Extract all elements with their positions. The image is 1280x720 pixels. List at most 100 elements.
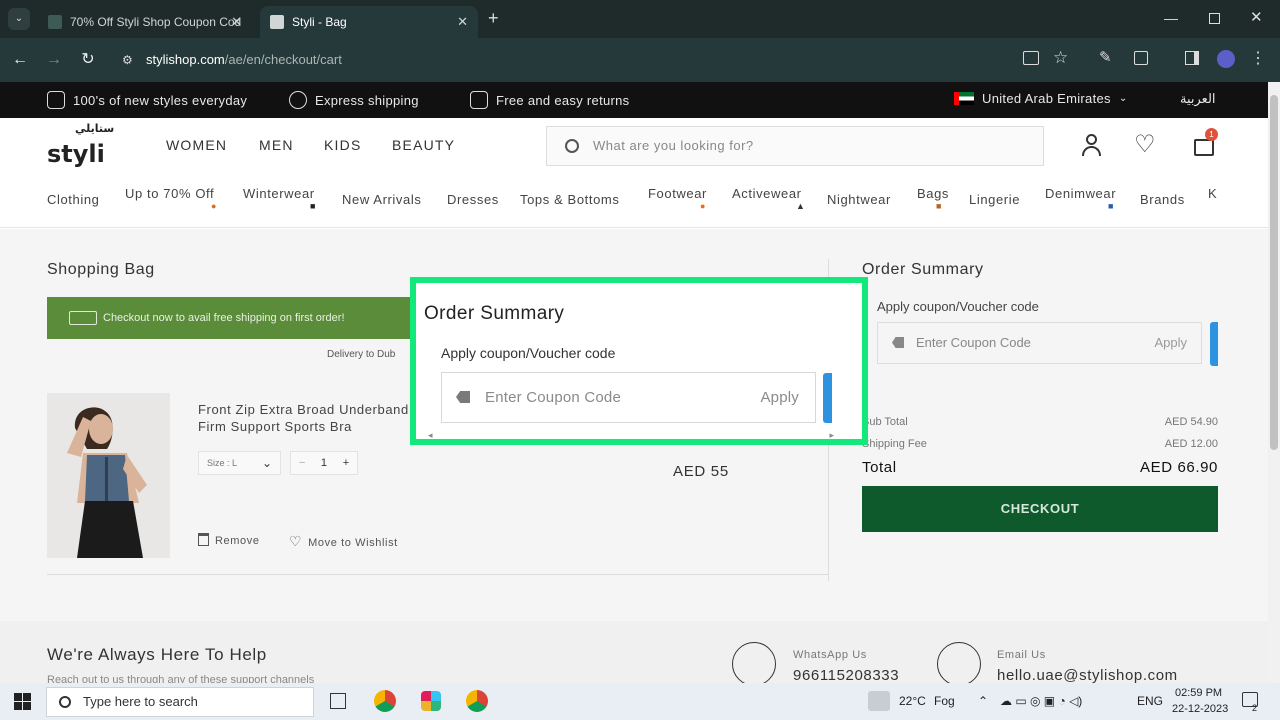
input-language[interactable]: ENG (1137, 694, 1163, 708)
tray-icons[interactable]: ☁ ▭ ◎ ▣ ◔ ◁) (1000, 694, 1082, 708)
close-icon[interactable]: ✕ (457, 14, 468, 30)
taskbar-search-input[interactable]: Type here to search (46, 687, 314, 717)
coupon-input[interactable]: Enter Coupon Code Apply (877, 322, 1202, 364)
back-arrow-icon[interactable]: ← (10, 50, 30, 70)
weather-icon[interactable] (868, 691, 890, 711)
wishlist-label: Move to Wishlist (308, 537, 398, 549)
slack-taskbar-icon[interactable] (421, 691, 441, 711)
category-winterwear[interactable]: Winterwear (243, 186, 315, 201)
menu-kebab-icon[interactable]: ⋮ (1250, 48, 1266, 68)
styli-logo[interactable]: ستايلي styli (47, 122, 114, 168)
zoom-apply-button[interactable]: Apply (760, 373, 799, 422)
search-input[interactable]: What are you looking for? (546, 126, 1044, 166)
scroll-right-icon[interactable]: ▸ (829, 430, 834, 441)
new-tab-icon[interactable]: + (488, 8, 499, 29)
minimize-icon[interactable]: — (1164, 10, 1178, 26)
coupon-placeholder: Enter Coupon Code (916, 335, 1031, 350)
move-to-wishlist-button[interactable]: ♡ Move to Wishlist (289, 533, 398, 550)
notification-count: 2 (1252, 703, 1258, 713)
weather-temp[interactable]: 22°C (899, 694, 926, 708)
category-clothing[interactable]: Clothing (47, 192, 100, 207)
email-address[interactable]: hello.uae@stylishop.com (997, 667, 1178, 684)
address-bar[interactable]: ⚙ stylishop.com/ae/en/checkout/cart (110, 43, 1250, 77)
install-app-icon[interactable] (1023, 51, 1039, 65)
category-activewear[interactable]: Activewear (732, 186, 802, 201)
account-user-icon[interactable] (1079, 132, 1105, 158)
category-denimwear[interactable]: Denimwear (1045, 186, 1116, 201)
jeans-icon: ■ (1108, 201, 1114, 211)
cart-bag-icon[interactable]: 1 (1192, 128, 1218, 158)
product-image[interactable] (47, 393, 170, 558)
extensions-puzzle-icon[interactable] (1134, 51, 1148, 65)
forward-arrow-icon[interactable]: → (44, 50, 64, 70)
side-panel-icon[interactable] (1185, 51, 1199, 65)
chrome-taskbar-icon[interactable] (374, 690, 396, 712)
category-bags[interactable]: Bags (917, 186, 949, 201)
weather-condition[interactable]: Fog (934, 694, 955, 708)
task-view-icon[interactable] (330, 693, 346, 709)
product-price: AED 55 (673, 463, 729, 480)
apply-coupon-button[interactable]: Apply (1154, 323, 1187, 363)
footer-title: We're Always Here To Help (47, 645, 267, 664)
category-more[interactable]: K (1208, 186, 1217, 201)
window-close-icon[interactable]: ✕ (1250, 8, 1263, 26)
heart-icon: ♡ (289, 533, 303, 549)
wishlist-heart-icon[interactable]: ♡ (1134, 132, 1160, 158)
fire-icon: ● (211, 201, 217, 211)
url-path: /ae/en/checkout/cart (224, 52, 342, 67)
coupons-drawer-handle[interactable] (1210, 322, 1218, 366)
country-selector[interactable]: United Arab Emirates ⌄ (954, 91, 1128, 106)
coupon-site-icon (48, 15, 62, 29)
bookmark-star-icon[interactable]: ☆ (1053, 48, 1068, 68)
delivery-location[interactable]: Delivery to Dub (327, 349, 395, 360)
clock-time[interactable]: 02:59 PM (1175, 687, 1222, 699)
pen-icon[interactable]: ✎ (1099, 48, 1112, 66)
profile-avatar-icon[interactable] (1217, 50, 1235, 68)
tab-coupon[interactable]: 70% Off Styli Shop Coupon Cod ✕ (38, 6, 252, 38)
category-dresses[interactable]: Dresses (447, 192, 499, 207)
increment-button[interactable]: + (343, 457, 349, 469)
tab-label: 70% Off Styli Shop Coupon Cod (70, 15, 242, 29)
category-brands[interactable]: Brands (1140, 192, 1185, 207)
category-new-arrivals[interactable]: New Arrivals (342, 192, 421, 207)
nav-women[interactable]: WOMEN (166, 137, 227, 153)
chrome-taskbar-icon[interactable] (466, 690, 488, 712)
whatsapp-number[interactable]: 966115208333 (793, 667, 899, 684)
category-lingerie[interactable]: Lingerie (969, 192, 1020, 207)
total-row: Total AED 66.90 (862, 459, 1218, 476)
scroll-left-icon[interactable]: ◂ (428, 430, 433, 441)
checkout-button[interactable]: CHECKOUT (862, 486, 1218, 532)
tab-list-chevron-icon[interactable]: ⌄ (8, 8, 30, 30)
close-icon[interactable]: ✕ (231, 14, 242, 30)
product-name[interactable]: Front Zip Extra Broad Underband Firm Sup… (198, 401, 412, 435)
whatsapp-icon[interactable] (732, 642, 776, 686)
nav-kids[interactable]: KIDS (324, 137, 361, 153)
restore-icon[interactable] (1209, 13, 1220, 24)
nav-men[interactable]: MEN (259, 137, 294, 153)
windows-start-icon[interactable] (14, 693, 31, 710)
zoom-horizontal-scrollbar[interactable]: ◂ ▸ (428, 430, 834, 440)
tab-styli-bag[interactable]: Styli - Bag ✕ (260, 6, 478, 38)
zoom-coupon-input[interactable]: Enter Coupon Code Apply (441, 372, 816, 423)
size-value: Size : L (207, 458, 238, 468)
remove-button[interactable]: Remove (198, 533, 260, 547)
category-up-to-70-off[interactable]: Up to 70% Off (125, 186, 214, 201)
tag-icon (892, 337, 904, 348)
category-nightwear[interactable]: Nightwear (827, 192, 891, 207)
decrement-button[interactable]: − (299, 457, 305, 469)
logo-text: styli (47, 140, 105, 168)
size-select[interactable]: Size : L ⌄ (198, 451, 281, 475)
reload-icon[interactable]: ↻ (78, 50, 98, 70)
category-tops-bottoms[interactable]: Tops & Bottoms (520, 192, 619, 207)
nav-beauty[interactable]: BEAUTY (392, 137, 455, 153)
email-envelope-icon[interactable] (937, 642, 981, 686)
tray-chevron-up-icon[interactable]: ⌃ (978, 694, 988, 708)
zoom-coupons-drawer-handle[interactable] (823, 373, 832, 423)
language-switch[interactable]: العربية (1180, 91, 1216, 107)
info-text: Free and easy returns (496, 92, 630, 108)
category-footwear[interactable]: Footwear (648, 186, 707, 201)
quantity-stepper[interactable]: − 1 + (290, 451, 358, 475)
clock-date[interactable]: 22-12-2023 (1172, 703, 1228, 715)
scrollbar-thumb[interactable] (1270, 95, 1278, 450)
site-info-icon[interactable]: ⚙ (122, 43, 133, 77)
